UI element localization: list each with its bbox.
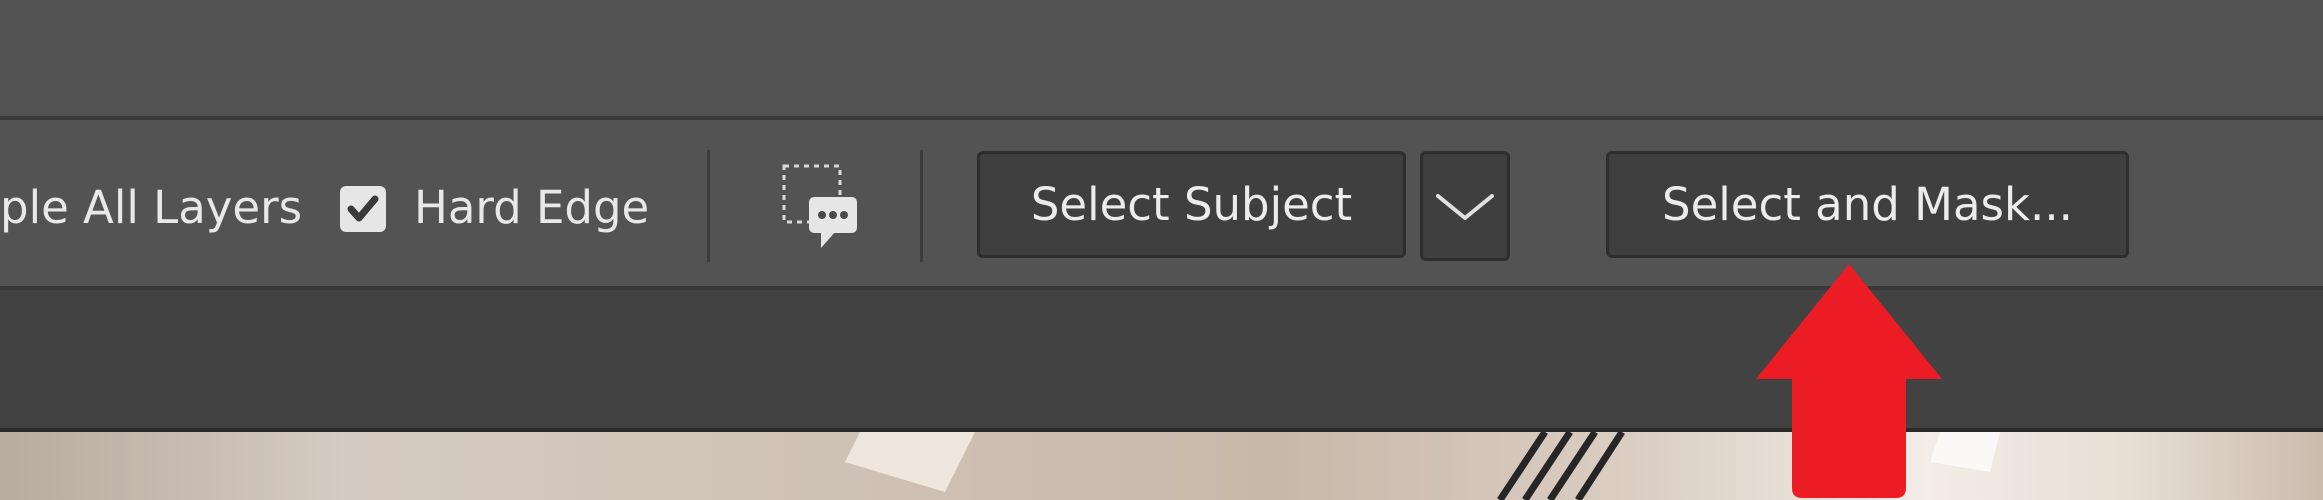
canvas-photo: [0, 432, 2323, 500]
checkmark-icon: [347, 195, 379, 222]
document-tab-bar: [0, 290, 2323, 432]
photoshop-window: ple All Layers Hard Edge Select Subject …: [0, 0, 2323, 500]
select-and-mask-button[interactable]: Select and Mask...: [1606, 151, 2129, 258]
sample-all-layers-label[interactable]: ple All Layers: [0, 178, 302, 238]
refine-edge-sample-icon[interactable]: [772, 160, 882, 260]
separator: [920, 150, 923, 262]
select-subject-button[interactable]: Select Subject: [977, 151, 1406, 258]
select-subject-label: Select Subject: [1030, 178, 1353, 231]
hard-edge-checkbox[interactable]: [340, 186, 386, 232]
separator: [707, 150, 710, 262]
red-arrow-up-icon: [1756, 264, 1942, 500]
select-and-mask-label: Select and Mask...: [1662, 178, 2073, 231]
select-subject-dropdown-button[interactable]: [1420, 151, 1510, 261]
hard-edge-label[interactable]: Hard Edge: [414, 178, 649, 238]
top-bar: [0, 0, 2323, 120]
chevron-down-icon: [1436, 194, 1494, 220]
